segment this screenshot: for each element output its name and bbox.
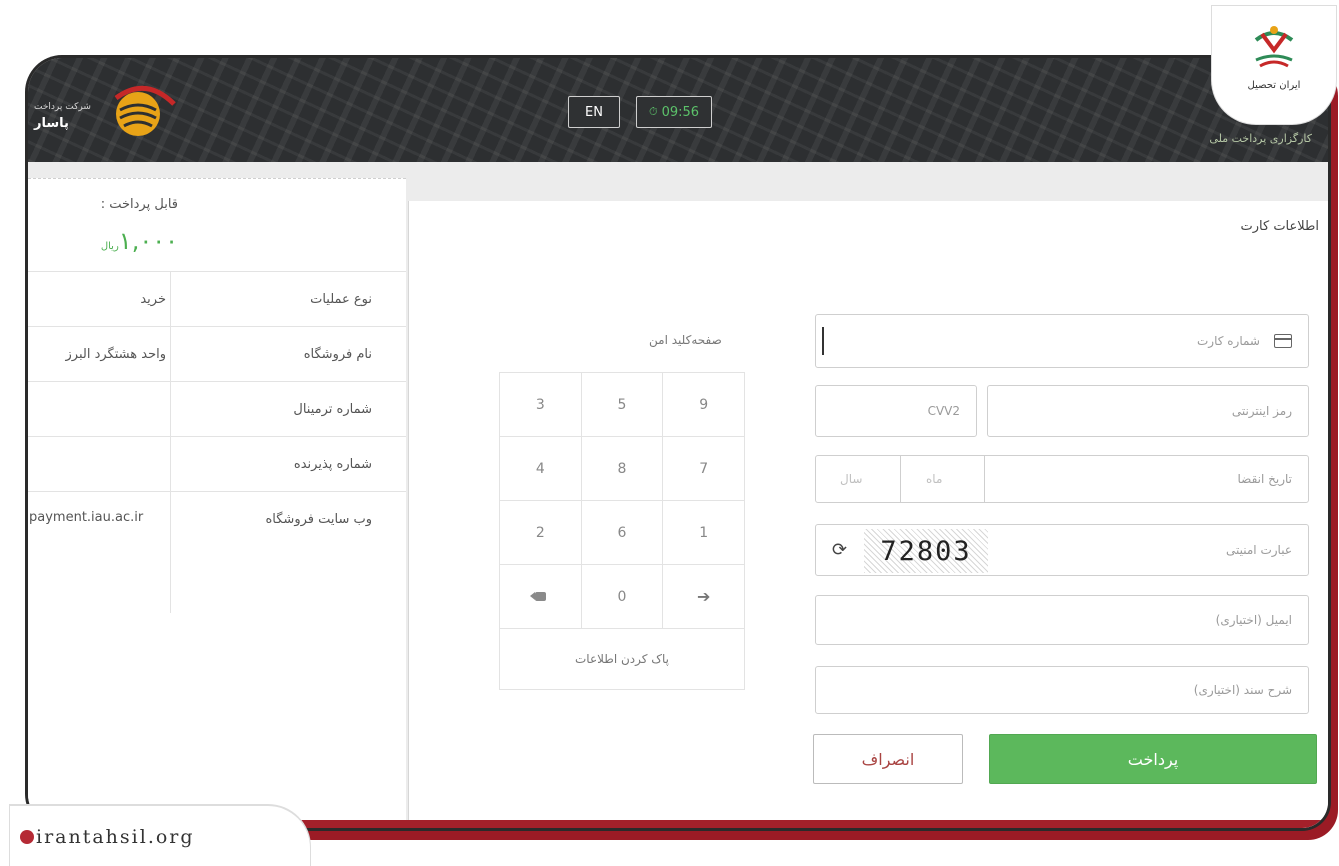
- backspace-icon: [529, 592, 546, 601]
- info-label: شماره پذیرنده: [170, 436, 406, 492]
- expiry-divider: [900, 456, 901, 502]
- keypad-key[interactable]: 5: [582, 373, 664, 436]
- keypad-key[interactable]: 2: [500, 501, 582, 564]
- expiry-year-input[interactable]: سال: [840, 472, 862, 486]
- keypad-row: 0 ➔: [500, 565, 744, 629]
- keypad-key[interactable]: 7: [663, 437, 744, 500]
- keypad-backspace-button[interactable]: [500, 565, 582, 628]
- arrow-right-icon: ➔: [696, 587, 711, 606]
- cvv2-input[interactable]: CVV2: [815, 385, 977, 437]
- irantahsil-badge: ایران تحصیل: [1212, 6, 1336, 124]
- payable-amount: ۱,۰۰۰ریال: [98, 227, 178, 255]
- company-name: پاسار: [34, 116, 69, 131]
- table-row: شماره پذیرنده: [28, 436, 406, 492]
- credit-card-icon: [1274, 334, 1292, 348]
- info-value: خرید: [28, 271, 171, 327]
- language-toggle-button[interactable]: EN: [568, 96, 620, 128]
- header-right-subtitle: کارگزاری پرداخت ملی: [1209, 132, 1312, 145]
- password-placeholder: رمز اینترنتی: [1231, 404, 1292, 418]
- card-number-placeholder: شماره کارت: [1196, 334, 1260, 348]
- keypad-key[interactable]: 4: [500, 437, 582, 500]
- pay-button[interactable]: پرداخت: [989, 734, 1317, 784]
- globe-icon: [20, 830, 34, 844]
- info-label: نام فروشگاه: [170, 326, 406, 382]
- card-number-input[interactable]: شماره کارت: [815, 314, 1309, 368]
- expiry-date-field: تاریخ انقضا ماه سال: [815, 455, 1309, 503]
- keypad-key[interactable]: 1: [663, 501, 744, 564]
- card-info-form: اطلاعات کارت شماره کارت رمز اینترنتی CVV…: [408, 201, 1328, 828]
- expiry-month-input[interactable]: ماه: [926, 472, 942, 486]
- captcha-input[interactable]: عبارت امنیتی ⟳ 72803: [815, 524, 1309, 576]
- table-row: شماره ترمینال: [28, 381, 406, 437]
- info-value: واحد هشتگرد البرز: [28, 326, 171, 382]
- table-row: نوع عملیات خرید: [28, 271, 406, 327]
- keypad-key[interactable]: 6: [582, 501, 664, 564]
- keypad-row: 4 8 7: [500, 437, 744, 501]
- keypad-key[interactable]: 0: [582, 565, 664, 628]
- info-value: [28, 436, 171, 492]
- amount-unit: ریال: [100, 241, 119, 252]
- text-caret: [822, 327, 824, 355]
- secure-keypad: 3 5 9 4 8 7 2 6 1 0 ➔ پاک کردن اطلاعات: [499, 372, 745, 690]
- description-placeholder: شرح سند (اختیاری): [1193, 683, 1292, 697]
- keypad-key[interactable]: 9: [663, 373, 744, 436]
- info-value-website: payment.iau.ac.ir: [28, 491, 171, 613]
- refresh-icon[interactable]: ⟳: [832, 540, 847, 561]
- company-small-text: شرکت پرداخت: [34, 102, 91, 112]
- keypad-row: 3 5 9: [500, 373, 744, 437]
- captcha-placeholder: عبارت امنیتی: [1226, 543, 1292, 557]
- pasargad-logo-icon: [114, 85, 176, 136]
- expiry-divider: [984, 456, 985, 502]
- expiry-placeholder: تاریخ انقضا: [1237, 472, 1293, 486]
- clear-data-button[interactable]: پاک کردن اطلاعات: [500, 629, 744, 689]
- session-timer: ⏱ 09:56: [636, 96, 712, 128]
- timer-value: 09:56: [661, 104, 700, 120]
- info-label: وب سایت فروشگاه: [170, 491, 406, 613]
- payable-label: قابل پرداخت :: [100, 197, 178, 212]
- table-row: وب سایت فروشگاه payment.iau.ac.ir: [28, 491, 406, 613]
- info-label: شماره ترمینال: [170, 381, 406, 437]
- irantahsil-logo-icon: [1254, 26, 1294, 68]
- watermark-text: irantahsil.org: [20, 826, 195, 848]
- cancel-button[interactable]: انصراف: [813, 734, 963, 784]
- keypad-key[interactable]: 8: [582, 437, 664, 500]
- company-logo: شرکت پرداخت پاسار: [28, 70, 178, 150]
- order-info-panel: قابل پرداخت : ۱,۰۰۰ریال نوع عملیات خرید …: [28, 178, 406, 828]
- secure-keypad-title: صفحه‌کلید امن: [649, 333, 722, 347]
- cvv2-placeholder: CVV2: [927, 404, 960, 418]
- header: شرکت پرداخت پاسار EN ⏱ 09:56 کارگزاری پر…: [28, 58, 1328, 162]
- clock-icon: ⏱: [648, 105, 658, 118]
- keypad-row: 2 6 1: [500, 501, 744, 565]
- watermark-url: irantahsil.org: [36, 826, 195, 848]
- description-input[interactable]: شرح سند (اختیاری): [815, 666, 1309, 714]
- card-info-title: اطلاعات کارت: [1240, 219, 1319, 234]
- table-row: نام فروشگاه واحد هشتگرد البرز: [28, 326, 406, 382]
- badge-text: ایران تحصیل: [1247, 80, 1301, 91]
- info-value: [28, 381, 171, 437]
- internet-password-input[interactable]: رمز اینترنتی: [987, 385, 1309, 437]
- email-input[interactable]: ایمیل (اختیاری): [815, 595, 1309, 645]
- keypad-key[interactable]: 3: [500, 373, 582, 436]
- email-placeholder: ایمیل (اختیاری): [1215, 613, 1292, 627]
- payment-gateway-window: شرکت پرداخت پاسار EN ⏱ 09:56 کارگزاری پر…: [28, 58, 1328, 828]
- amount-value: ۱,۰۰۰: [118, 227, 178, 255]
- order-info-table: نوع عملیات خرید نام فروشگاه واحد هشتگرد …: [28, 271, 406, 613]
- keypad-enter-button[interactable]: ➔: [663, 565, 744, 628]
- watermark: irantahsil.org: [10, 806, 310, 866]
- info-label: نوع عملیات: [170, 271, 406, 327]
- captcha-image: 72803: [864, 529, 988, 573]
